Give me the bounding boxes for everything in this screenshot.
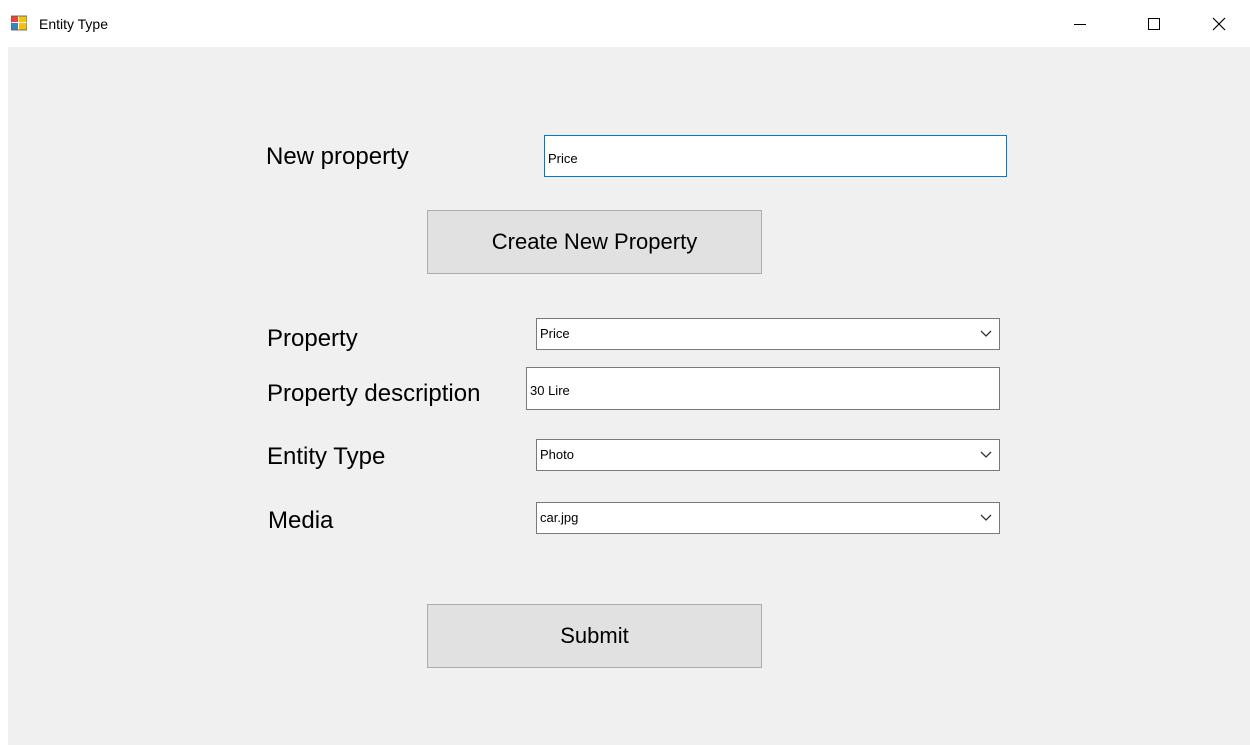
submit-button[interactable]: Submit: [427, 604, 762, 668]
chevron-down-icon: [980, 451, 992, 458]
new-property-input[interactable]: [544, 135, 1007, 177]
create-new-property-button[interactable]: Create New Property: [427, 210, 762, 274]
maximize-button[interactable]: [1131, 0, 1177, 47]
media-label: Media: [268, 507, 334, 534]
minimize-icon: [1074, 23, 1086, 25]
property-description-input[interactable]: [526, 367, 1000, 410]
new-property-label: New property: [266, 143, 409, 170]
entity-type-select-value: Photo: [540, 447, 574, 462]
entity-type-label: Entity Type: [267, 443, 386, 470]
chevron-down-icon: [980, 330, 992, 337]
property-select[interactable]: Price: [536, 318, 1000, 350]
form-client-area: New property Create New Property Propert…: [8, 47, 1250, 745]
entity-type-select[interactable]: Photo: [536, 439, 1000, 471]
close-icon: [1212, 17, 1226, 30]
app-window: Entity Type New property Create New Prop…: [0, 0, 1250, 745]
window-title: Entity Type: [39, 16, 109, 32]
app-icon: [11, 15, 27, 31]
media-select-value: car.jpg: [540, 510, 579, 525]
title-bar[interactable]: Entity Type: [0, 0, 1250, 47]
media-select[interactable]: car.jpg: [536, 502, 1000, 534]
maximize-icon: [1148, 17, 1160, 30]
minimize-button[interactable]: [1057, 0, 1103, 47]
close-button[interactable]: [1196, 0, 1242, 47]
property-select-value: Price: [540, 326, 570, 341]
chevron-down-icon: [980, 514, 992, 521]
property-description-label: Property description: [267, 380, 481, 407]
property-label: Property: [267, 325, 358, 352]
